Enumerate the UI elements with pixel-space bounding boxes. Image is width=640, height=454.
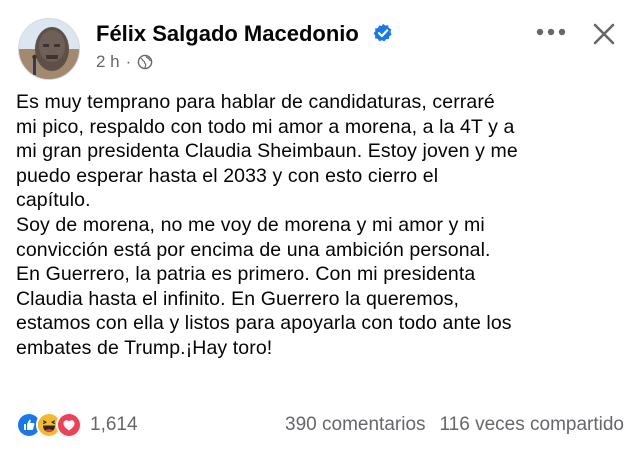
close-button[interactable]: [586, 16, 622, 52]
love-icon: [56, 412, 82, 438]
post-meta: 2 h ·: [96, 51, 153, 73]
post-engagement-bar: 1,614 390 comentarios 116 veces comparti…: [16, 410, 624, 440]
author-name[interactable]: Félix Salgado Macedonio: [96, 20, 393, 48]
reaction-icons[interactable]: [16, 412, 82, 438]
comments-count-link[interactable]: 390 comentarios: [285, 414, 425, 436]
verified-badge-icon: [373, 23, 392, 42]
globe-icon[interactable]: [137, 54, 153, 70]
author-avatar[interactable]: [18, 18, 80, 80]
post-timestamp[interactable]: 2 h: [96, 51, 120, 73]
reaction-count[interactable]: 1,614: [90, 414, 138, 436]
author-name-text[interactable]: Félix Salgado Macedonio: [96, 21, 359, 46]
shares-count-link[interactable]: 116 veces compartido: [440, 414, 624, 436]
avatar-photo: [19, 19, 79, 79]
facebook-post: Félix Salgado Macedonio 2 h · Es muy tem…: [0, 0, 640, 454]
post-body-text: Es muy temprano para hablar de candidatu…: [16, 91, 518, 359]
meta-separator: ·: [125, 52, 132, 71]
more-horizontal-icon: [536, 28, 566, 36]
more-options-button[interactable]: [534, 18, 568, 46]
close-icon: [593, 23, 615, 45]
